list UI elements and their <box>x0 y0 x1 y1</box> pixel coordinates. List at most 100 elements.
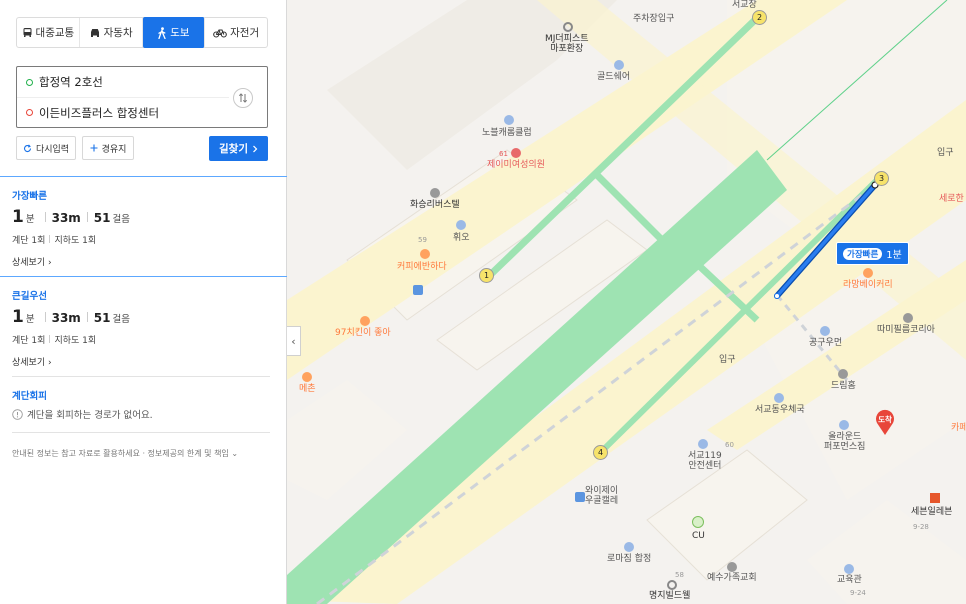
route-time-tag[interactable]: 가장빠른 1분 <box>836 242 909 265</box>
destination-pin-icon[interactable]: 도착 <box>874 408 896 436</box>
bus-stop-icon <box>413 285 423 295</box>
poi-coffee[interactable]: 커피에반하다 <box>397 262 447 272</box>
route-fastest-info: 계단 1회 지하도 1회 <box>12 233 272 246</box>
poi-parking[interactable]: 주차장입구 <box>633 14 674 24</box>
route-input-box: 합정역 2호선 이든비즈플러스 합정센터 <box>16 66 268 128</box>
poi-olive[interactable]: 올라운드 퍼포먼스짐 <box>824 432 865 453</box>
start-field[interactable]: 합정역 2호선 <box>17 67 229 97</box>
info-icon <box>12 408 23 420</box>
poi-church-icon <box>844 564 854 574</box>
exit-4-marker[interactable]: 4 <box>593 445 608 460</box>
mode-walk-label: 도보 <box>170 27 190 39</box>
route-fastest-label: 가장빠른 <box>12 191 47 202</box>
swap-button[interactable] <box>233 88 253 108</box>
route-divider-top <box>0 176 287 177</box>
poi-nobel[interactable]: 노블캐롬클럽 <box>482 128 532 138</box>
mode-car-tab[interactable]: 자동차 <box>80 18 143 47</box>
bike-icon <box>213 29 227 38</box>
poi-dream[interactable]: 드림홈 <box>831 381 856 391</box>
poi-fire-icon <box>698 439 708 449</box>
route-main-road-distance: 33m <box>51 311 81 325</box>
avoid-label: 계단회피 <box>12 391 47 402</box>
route-fastest-distance: 33m <box>51 211 81 225</box>
poi-hospital-icon <box>511 148 521 158</box>
map-view[interactable]: 1 2 3 4 가장빠른 1분 도착 MJ더피스트 마포환장 주차장입구 서교장… <box>287 0 966 604</box>
mode-transit-tab[interactable]: 대중교통 <box>17 18 80 47</box>
route-fastest[interactable]: 가장빠른 1 분 33m 51 걸음 계단 1회 지하도 1회 상세보기 › <box>12 188 272 268</box>
poi-seven[interactable]: 세븐일레븐 <box>911 507 952 517</box>
poi-church[interactable]: 교육관 <box>837 575 862 585</box>
route-divider-mid <box>0 276 287 277</box>
poi-hwio-icon <box>456 220 466 230</box>
route-main-road-detail-link[interactable]: 상세보기 › <box>12 355 272 368</box>
poi-yesu-num: 58 <box>675 571 684 579</box>
plus-icon <box>90 144 98 152</box>
action-buttons: 다시입력 경유지 길찾기 <box>16 136 268 161</box>
refresh-icon <box>23 143 31 152</box>
poi-yesu-icon <box>727 562 737 572</box>
poi-myeongji[interactable]: 명지빌드웰 <box>649 591 690 601</box>
poi-kafe[interactable]: 카페 <box>951 423 966 433</box>
exit-1-marker[interactable]: 1 <box>479 268 494 283</box>
poi-entrance-2[interactable]: 입구 <box>719 355 736 365</box>
poi-gonggu[interactable]: 공구우먼 <box>809 338 842 348</box>
poi-waijei[interactable]: 와이제이 우골캘레 <box>585 486 618 507</box>
poi-hwaseung-icon <box>430 188 440 198</box>
end-field[interactable]: 이든비즈플러스 합정센터 <box>17 97 229 127</box>
reset-button[interactable]: 다시입력 <box>16 136 76 160</box>
route-avoid-stairs: 계단회피 계단을 회피하는 경로가 없어요. <box>12 388 272 421</box>
route-fastest-steps-unit: 걸음 <box>112 214 130 225</box>
mode-bike-tab[interactable]: 자전거 <box>205 18 267 47</box>
route-fastest-stairs: 계단 1회 <box>12 236 46 246</box>
route-fastest-detail-link[interactable]: 상세보기 › <box>12 255 272 268</box>
poi-entrance-1[interactable]: 입구 <box>937 148 954 158</box>
poi-lavibe[interactable]: 라망베이커리 <box>843 280 893 290</box>
start-value: 합정역 2호선 <box>39 75 103 89</box>
waypoint-label: 경유지 <box>101 144 127 155</box>
poi-coffee-icon <box>420 249 430 259</box>
poi-mechon-icon <box>302 372 312 382</box>
poi-seven-num: 9-28 <box>913 523 929 531</box>
map-canvas <box>287 0 966 604</box>
exit-2-marker[interactable]: 2 <box>752 10 767 25</box>
avoid-divider <box>12 376 270 377</box>
route-main-road-min-unit: 분 <box>25 314 35 325</box>
poi-mj-icon <box>563 22 573 32</box>
poi-seven-icon <box>930 493 940 503</box>
avoid-message-row: 계단을 회피하는 경로가 없어요. <box>12 407 272 421</box>
poi-romajip[interactable]: 로마짐 합정 <box>607 554 651 564</box>
poi-myeongji-icon <box>667 580 677 590</box>
notice-text[interactable]: 안내된 정보는 참고 자료로 활용하세요 · 정보제공의 한계 및 책임 ⌄ <box>12 448 238 459</box>
bus-stop-icon-2 <box>575 492 585 502</box>
poi-post[interactable]: 서교동우체국 <box>755 405 805 415</box>
poi-goldshare[interactable]: 골드쉐어 <box>597 72 630 82</box>
waypoint-button[interactable]: 경유지 <box>82 136 134 160</box>
poi-tamtam[interactable]: 따미필름코리아 <box>877 325 935 335</box>
poi-hwio[interactable]: 휘오 <box>453 233 470 243</box>
poi-cu[interactable]: CU <box>692 531 705 541</box>
route-main-road-steps-unit: 걸음 <box>112 314 130 325</box>
collapse-panel-button[interactable]: ‹ <box>287 326 301 356</box>
poi-fire[interactable]: 서교119 안전센터 <box>688 451 722 472</box>
poi-yesu[interactable]: 예수가족교회 <box>707 573 757 583</box>
route-main-road[interactable]: 큰길우선 1 분 33m 51 걸음 계단 1회 지하도 1회 상세보기 › <box>12 288 272 368</box>
end-value: 이든비즈플러스 합정센터 <box>39 105 160 120</box>
mode-transit-label: 대중교통 <box>35 27 75 39</box>
poi-mj[interactable]: MJ더피스트 마포환장 <box>545 34 589 55</box>
notice-divider <box>12 432 270 433</box>
poi-jeimi[interactable]: 제이미여성의원 <box>487 160 545 170</box>
poi-seohyeon[interactable]: 세로한 <box>939 194 964 204</box>
poi-mechon[interactable]: 메촌 <box>299 384 316 394</box>
poi-nobel-icon <box>504 115 514 125</box>
poi-seogyojang[interactable]: 서교장 <box>732 0 757 10</box>
route-main-road-minutes: 1 <box>12 307 24 327</box>
poi-tamtam-icon <box>903 313 913 323</box>
mode-walk-tab[interactable]: 도보 <box>142 17 206 48</box>
poi-romajip-icon <box>624 542 634 552</box>
poi-chicken[interactable]: 97치킨이 좋아 <box>335 328 391 338</box>
poi-hwaseung[interactable]: 화승리버스텔 <box>410 200 460 210</box>
poi-olive-icon <box>839 420 849 430</box>
find-route-button[interactable]: 길찾기 <box>209 136 268 161</box>
exit-3-marker[interactable]: 3 <box>874 171 889 186</box>
route-fastest-min-unit: 분 <box>25 214 35 225</box>
